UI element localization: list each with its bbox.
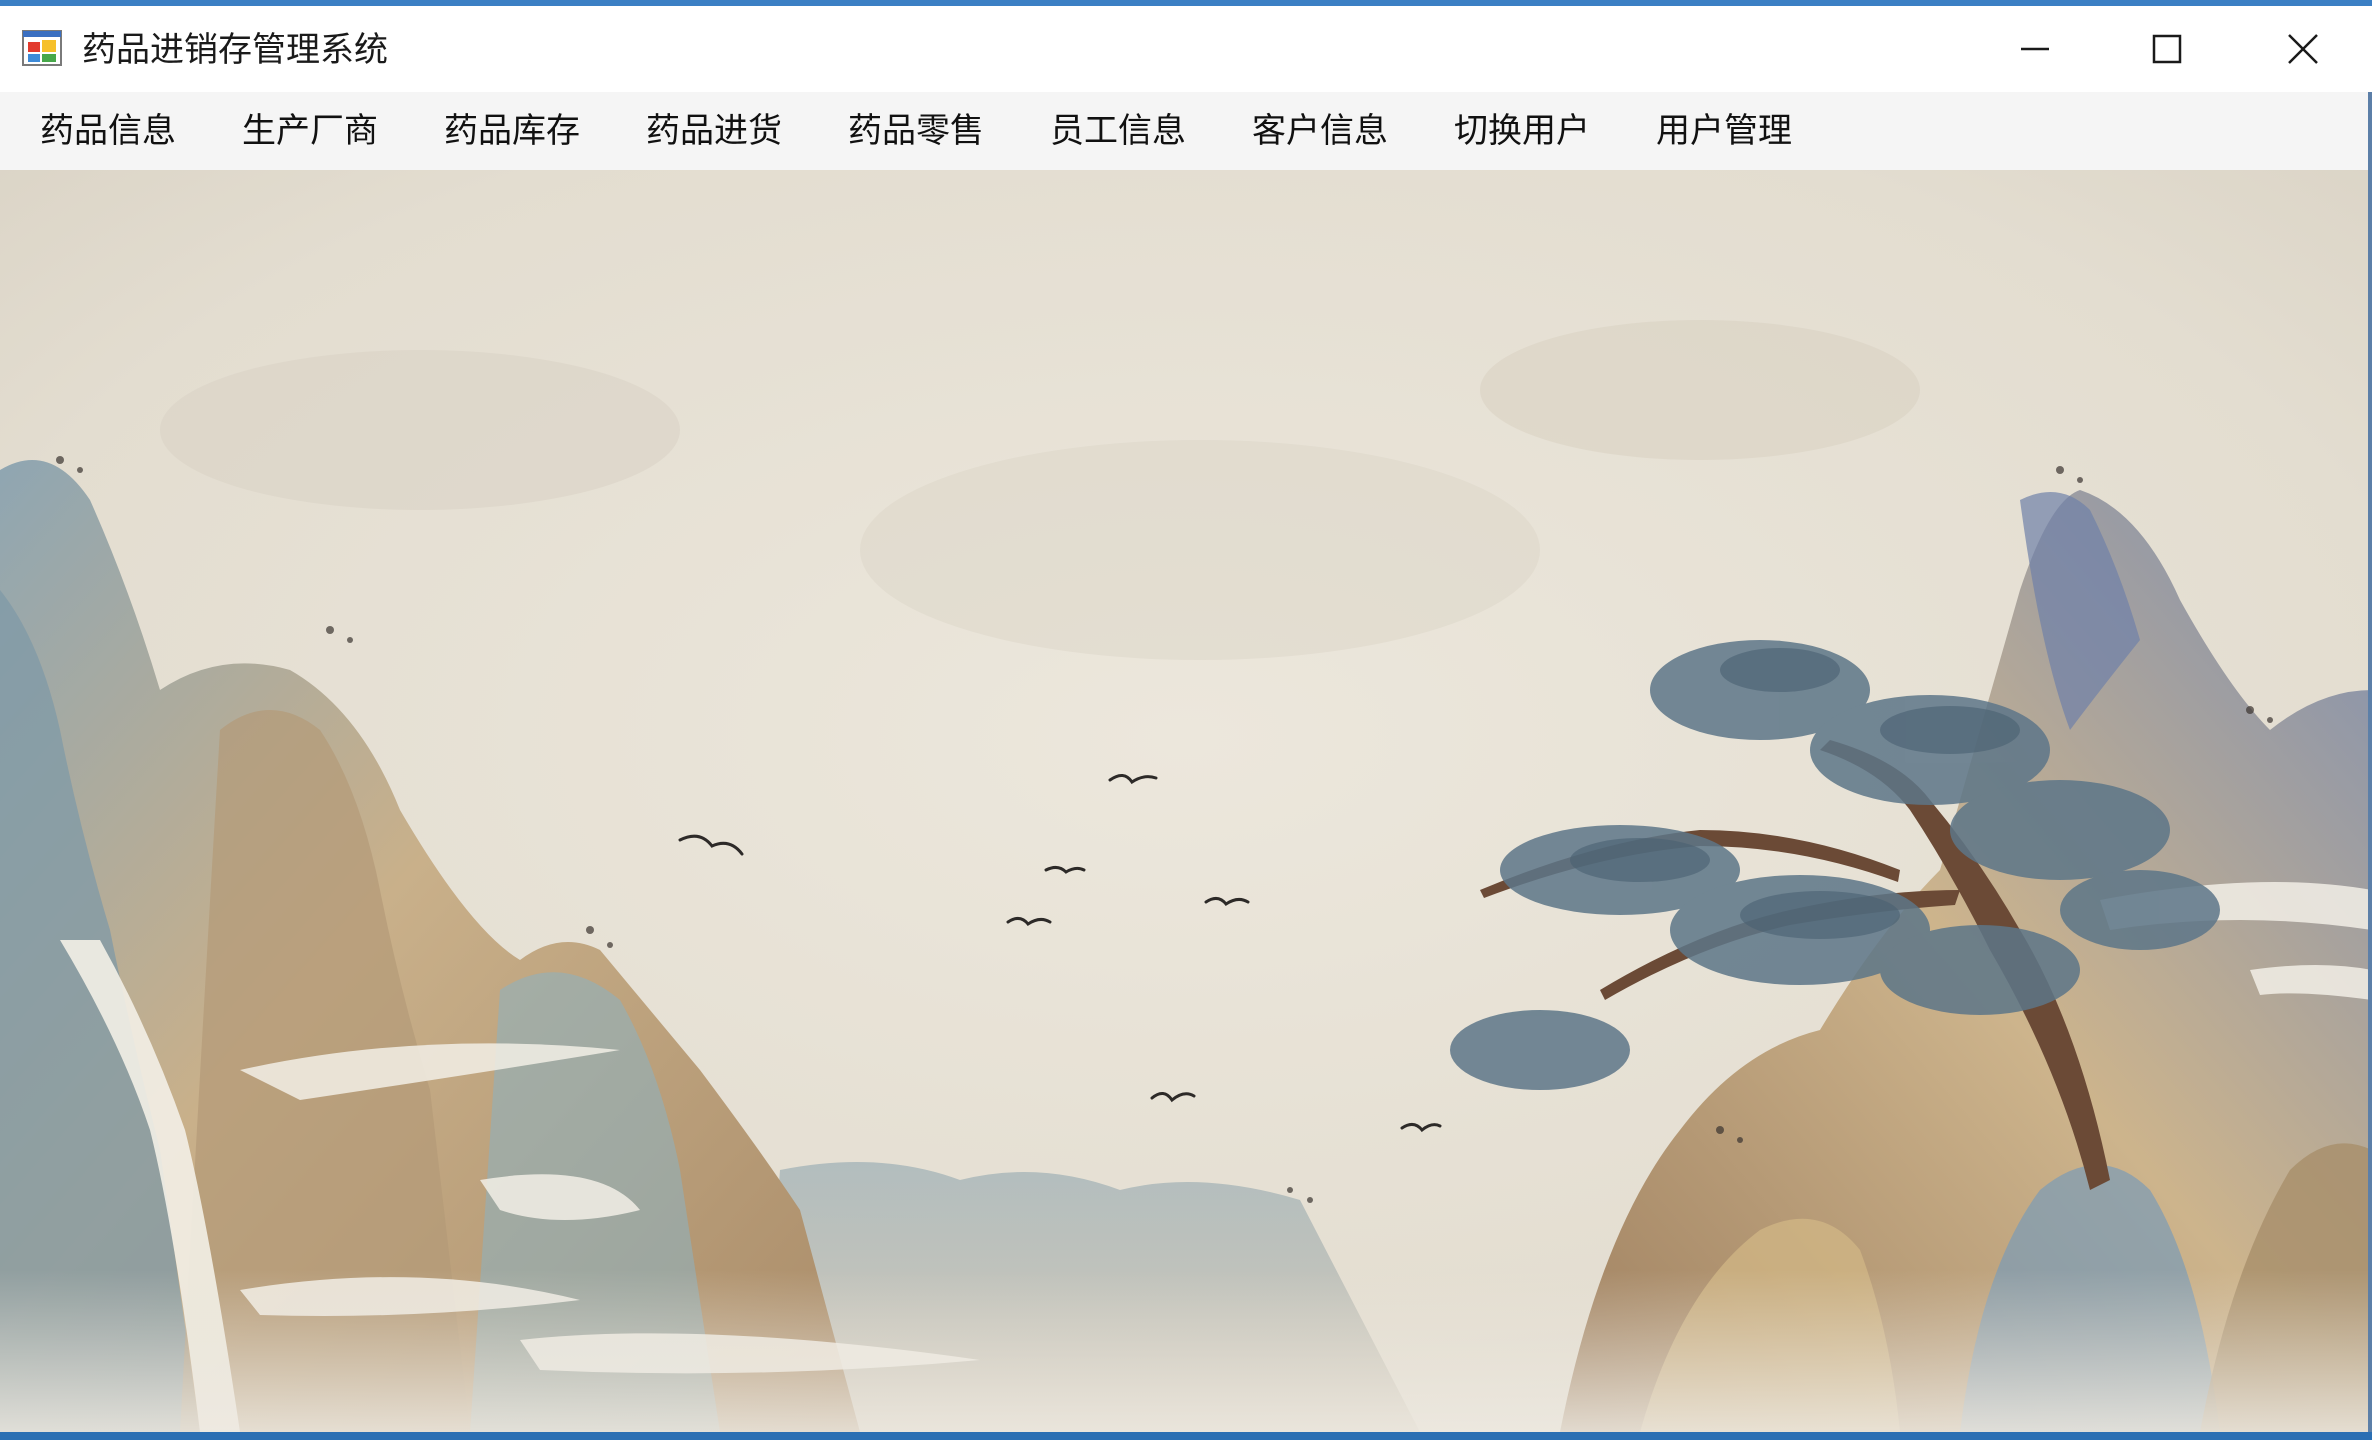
window-title: 药品进销存管理系统 [82,30,388,70]
minimize-button[interactable] [1970,6,2100,92]
menu-item-drug-purchase[interactable]: 药品进货 [634,92,794,170]
app-window: 药品进销存管理系统 药品信息 生产厂商 药品库存 药品进货 药品零售 员工信息 … [0,0,2372,1440]
menu-item-customer-info[interactable]: 客户信息 [1240,92,1400,170]
menu-item-switch-user[interactable]: 切换用户 [1442,92,1602,170]
minimize-icon [2019,33,2051,65]
menu-item-manufacturer[interactable]: 生产厂商 [230,92,390,170]
menu-item-drug-info[interactable]: 药品信息 [28,92,188,170]
window-bottom-border [0,1432,2372,1440]
maximize-icon [2151,33,2183,65]
background-landscape-painting [0,170,2372,1432]
window-right-border [2368,92,2372,1432]
app-icon [22,28,62,68]
menu-item-drug-inventory[interactable]: 药品库存 [432,92,592,170]
menu-bar: 药品信息 生产厂商 药品库存 药品进货 药品零售 员工信息 客户信息 切换用户 … [0,92,2372,171]
menu-item-employee-info[interactable]: 员工信息 [1038,92,1198,170]
menu-item-drug-retail[interactable]: 药品零售 [836,92,996,170]
menu-item-user-management[interactable]: 用户管理 [1644,92,1804,170]
close-button[interactable] [2238,6,2368,92]
maximize-button[interactable] [2102,6,2232,92]
close-icon [2286,32,2320,66]
landscape-painting-image [0,170,2372,1432]
